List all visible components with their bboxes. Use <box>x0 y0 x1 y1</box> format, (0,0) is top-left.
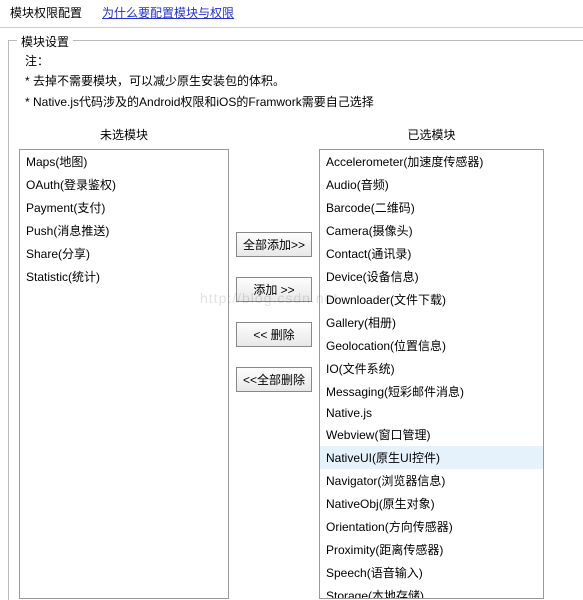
list-item[interactable]: Gallery(相册) <box>320 311 543 334</box>
list-item[interactable]: Geolocation(位置信息) <box>320 334 543 357</box>
why-configure-link[interactable]: 为什么要配置模块与权限 <box>102 4 234 21</box>
remove-button[interactable]: << 删除 <box>236 322 312 347</box>
transfer-buttons-column: 全部添加>> 添加 >> << 删除 <<全部删除 <box>229 122 319 599</box>
list-item[interactable]: Downloader(文件下载) <box>320 288 543 311</box>
add-all-button[interactable]: 全部添加>> <box>236 232 312 257</box>
header-bar: 模块权限配置 为什么要配置模块与权限 <box>0 0 583 28</box>
note-line-2: * Native.js代码涉及的Android权限和iOS的Framwork需要… <box>25 92 573 112</box>
module-settings-fieldset: 模块设置 注： * 去掉不需要模块，可以减少原生安装包的体积。 * Native… <box>8 40 583 600</box>
notes-block: 注： * 去掉不需要模块，可以减少原生安装包的体积。 * Native.js代码… <box>25 51 573 112</box>
list-item[interactable]: Orientation(方向传感器) <box>320 515 543 538</box>
selected-listbox[interactable]: Accelerometer(加速度传感器)Audio(音频)Barcode(二维… <box>319 149 544 599</box>
list-item[interactable]: Messaging(短彩邮件消息) <box>320 380 543 403</box>
list-item[interactable]: Push(消息推送) <box>20 219 228 242</box>
list-item[interactable]: Audio(音频) <box>320 173 543 196</box>
fieldset-legend: 模块设置 <box>17 33 73 50</box>
list-item[interactable]: Payment(支付) <box>20 196 228 219</box>
list-item[interactable]: NativeObj(原生对象) <box>320 492 543 515</box>
list-item[interactable]: Accelerometer(加速度传感器) <box>320 150 543 173</box>
notes-label: 注： <box>25 51 573 71</box>
list-item[interactable]: Navigator(浏览器信息) <box>320 469 543 492</box>
remove-all-button[interactable]: <<全部删除 <box>236 367 312 392</box>
selected-column: 已选模块 Accelerometer(加速度传感器)Audio(音频)Barco… <box>319 122 544 599</box>
list-item[interactable]: Native.js <box>320 403 543 423</box>
list-item[interactable]: Speech(语音输入) <box>320 561 543 584</box>
dual-list-columns: 未选模块 Maps(地图)OAuth(登录鉴权)Payment(支付)Push(… <box>19 122 573 599</box>
list-item[interactable]: Storage(本地存储) <box>320 584 543 599</box>
header-title: 模块权限配置 <box>10 4 82 21</box>
list-item[interactable]: Share(分享) <box>20 242 228 265</box>
unselected-listbox[interactable]: Maps(地图)OAuth(登录鉴权)Payment(支付)Push(消息推送)… <box>19 149 229 599</box>
list-item[interactable]: Barcode(二维码) <box>320 196 543 219</box>
list-item[interactable]: IO(文件系统) <box>320 357 543 380</box>
add-button[interactable]: 添加 >> <box>236 277 312 302</box>
list-item[interactable]: Contact(通讯录) <box>320 242 543 265</box>
note-line-1: * 去掉不需要模块，可以减少原生安装包的体积。 <box>25 71 573 91</box>
list-item[interactable]: Statistic(统计) <box>20 265 228 288</box>
unselected-header: 未选模块 <box>100 122 148 149</box>
list-item[interactable]: OAuth(登录鉴权) <box>20 173 228 196</box>
list-item[interactable]: Device(设备信息) <box>320 265 543 288</box>
list-item[interactable]: Camera(摄像头) <box>320 219 543 242</box>
list-item[interactable]: Webview(窗口管理) <box>320 423 543 446</box>
selected-header: 已选模块 <box>407 122 455 149</box>
unselected-column: 未选模块 Maps(地图)OAuth(登录鉴权)Payment(支付)Push(… <box>19 122 229 599</box>
list-item[interactable]: NativeUI(原生UI控件) <box>320 446 543 469</box>
list-item[interactable]: Maps(地图) <box>20 150 228 173</box>
list-item[interactable]: Proximity(距离传感器) <box>320 538 543 561</box>
